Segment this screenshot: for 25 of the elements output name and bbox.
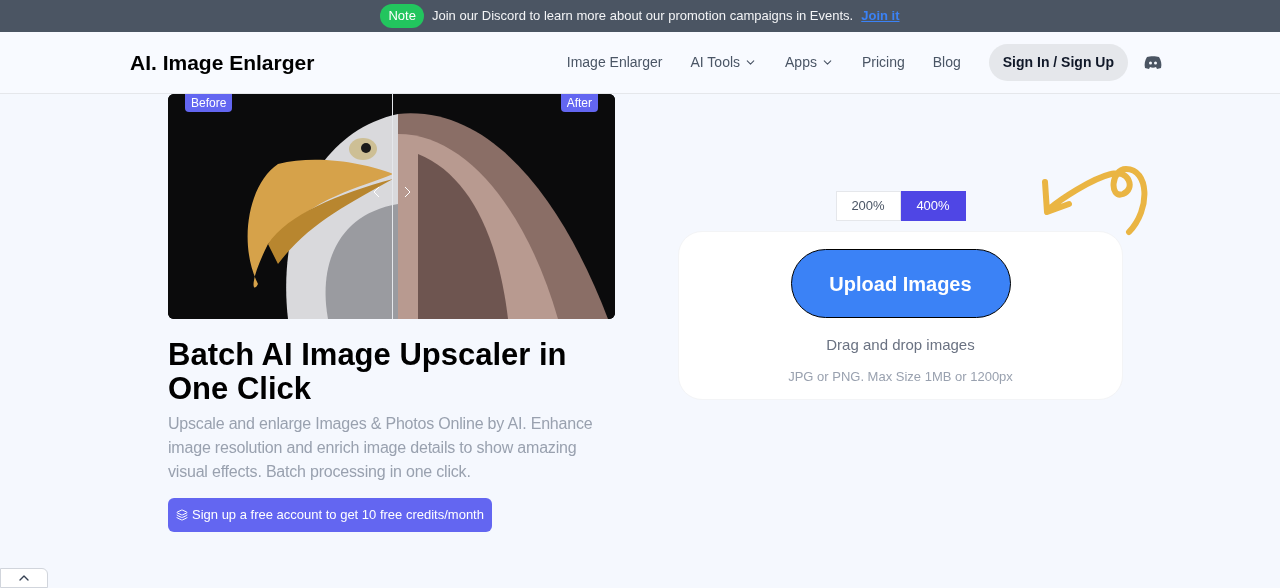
comparison-slider[interactable]: Before After <box>168 94 615 319</box>
upload-button[interactable]: Upload Images <box>790 249 1011 318</box>
chevron-right-icon <box>403 186 411 198</box>
chevron-left-icon <box>373 186 381 198</box>
chat-icon[interactable] <box>1144 55 1162 70</box>
file-limits: JPG or PNG. Max Size 1MB or 1200px <box>788 367 1013 386</box>
after-label: After <box>560 94 598 112</box>
hero-description: Upscale and enlarge Images & Photos Online by AI. Enhance image resolution and enrich image details to show amazing visual effects. Batch processing in one click. <box>168 414 594 482</box>
nav-link[interactable]: Blog <box>932 52 961 73</box>
signup-button[interactable]: Sign up a free account to get 10 free credits/month <box>168 498 492 532</box>
nav-link[interactable]: Apps <box>785 52 834 73</box>
announcement-text: Join our Discord to learn more about our promotion campaigns in Events. <box>431 7 854 26</box>
nav-link[interactable]: Pricing <box>861 52 905 73</box>
layers-icon <box>176 508 188 521</box>
hero-title: Batch AI Image Upscaler in One Click <box>168 338 568 406</box>
logo[interactable]: AI. Image Enlarger <box>130 46 315 79</box>
slider-handle[interactable] <box>391 94 393 319</box>
scale-option[interactable]: 400% <box>900 191 966 221</box>
drag-drop-hint: Drag and drop images <box>826 335 975 355</box>
sign-in-button[interactable]: Sign In / Sign Up <box>988 44 1128 81</box>
before-label: Before <box>185 94 233 112</box>
nav-link[interactable]: Image Enlarger <box>566 52 663 73</box>
nav-link[interactable]: AI Tools <box>690 52 758 73</box>
scale-option[interactable]: 200% <box>835 191 901 221</box>
note-badge: Note <box>380 4 424 28</box>
